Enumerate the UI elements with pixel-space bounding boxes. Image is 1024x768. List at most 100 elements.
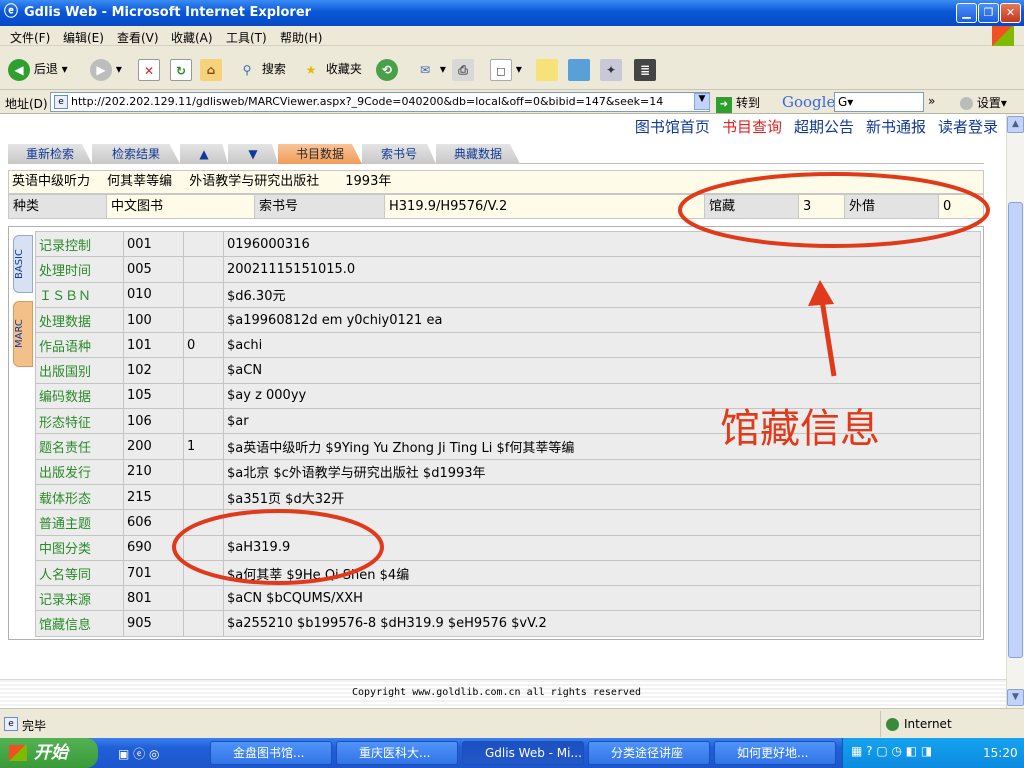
marc-row: 出版发行 210 $a北京 $c外语教学与研究出版社 $d1993年	[35, 458, 981, 485]
nav-reader-login[interactable]: 读者登录	[938, 118, 998, 136]
marc-tag: 701	[123, 559, 184, 587]
marc-field-name: 题名责任	[35, 433, 124, 460]
marc-indicator	[183, 559, 224, 587]
marc-field-name: 载体形态	[35, 483, 124, 511]
marc-field-name: 作品语种	[35, 332, 124, 359]
marc-value: $a351页 $d大32开	[223, 483, 981, 511]
page-done-icon: e	[4, 717, 18, 731]
tools-icon: ✦	[600, 58, 622, 81]
menu-help[interactable]: 帮助(H)	[280, 29, 322, 46]
marc-field-name: 记录来源	[35, 585, 124, 612]
forward-button[interactable]: ▶ ▾	[90, 58, 122, 81]
marc-field-name: 编码数据	[35, 382, 124, 410]
menu-edit[interactable]: 编辑(E)	[63, 29, 104, 46]
address-dropdown-icon[interactable]: ▼	[694, 93, 710, 110]
tray-icons[interactable]: ▦ ? ▢ ◷ ◧ ◨	[851, 744, 932, 758]
more-chevron-icon[interactable]: »	[928, 94, 935, 108]
address-bar: 地址(D) e http://202.202.129.11/gdlisweb/M…	[0, 90, 1024, 114]
callno-value: H319.9/H9576/V.2	[385, 195, 705, 218]
mail-button[interactable]: ✉ ▾	[414, 58, 446, 80]
basic-side-tab[interactable]: BASIC	[13, 235, 33, 293]
home-button[interactable]: ⌂	[200, 58, 222, 81]
status-text: 完毕	[22, 719, 47, 733]
marc-value: $a北京 $c外语教学与研究出版社 $d1993年	[223, 458, 981, 485]
vertical-scrollbar[interactable]: ▲ ▼	[1006, 114, 1024, 708]
holdings-label: 馆藏	[705, 195, 799, 218]
scroll-down-button[interactable]: ▼	[1007, 689, 1024, 706]
stop-button[interactable]: ✕	[138, 58, 160, 81]
marc-side-tab[interactable]: MARC	[13, 301, 33, 367]
marc-value: $a19960812d em y0chiy0121 ea	[223, 306, 981, 334]
close-button[interactable]: ✕	[1000, 3, 1021, 23]
edit-icon: ◻	[490, 58, 512, 81]
marc-indicator	[183, 483, 224, 511]
nav-library-home[interactable]: 图书馆首页	[635, 118, 710, 136]
nav-overdue-notice[interactable]: 超期公告	[794, 118, 854, 136]
history-button[interactable]: ⟲	[376, 58, 398, 81]
nav-catalog-search[interactable]: 书目查询	[722, 118, 782, 136]
task-how-to[interactable]: 如何更好地...	[714, 741, 836, 765]
marc-field-name: 馆藏信息	[35, 610, 124, 637]
scroll-up-button[interactable]: ▲	[1007, 116, 1024, 133]
tab-search-results[interactable]: 检索结果	[92, 144, 180, 164]
back-button[interactable]: ◀ 后退 ▾	[8, 58, 68, 81]
edit-button[interactable]: ◻ ▾	[490, 58, 522, 81]
tab-call-number[interactable]: 索书号	[362, 144, 436, 164]
scroll-thumb[interactable]	[1008, 202, 1023, 658]
marc-indicator	[183, 458, 224, 485]
nav-new-books[interactable]: 新书通报	[866, 118, 926, 136]
marc-row: 作品语种 101 0 $achi	[35, 332, 981, 359]
restore-button[interactable]: ❐	[978, 3, 999, 23]
marc-indicator	[183, 230, 224, 258]
marc-indicator	[183, 306, 224, 334]
marc-indicator	[183, 585, 224, 612]
task-gdlis-web[interactable]: Gdlis Web - Mi...	[462, 741, 584, 765]
archive-button[interactable]: ≣	[634, 58, 656, 81]
messenger-button[interactable]: ✦	[600, 58, 622, 81]
marc-field-name: 记录控制	[35, 230, 124, 258]
start-button[interactable]: 开始	[0, 738, 98, 768]
menu-view[interactable]: 查看(V)	[117, 29, 159, 46]
task-classification-lecture[interactable]: 分类途径讲座	[588, 741, 710, 765]
settings-button[interactable]: 设置▾	[960, 94, 1007, 111]
marc-value: $a何其莘 $9He Qi Shen $4编	[223, 559, 981, 587]
menu-favorites[interactable]: 收藏(A)	[171, 29, 213, 46]
tab-bibliographic-data[interactable]: 书目数据	[278, 144, 362, 164]
book-info-row: 种类 中文图书 索书号 H319.9/H9576/V.2 馆藏 3 外借 0	[8, 194, 984, 219]
marc-value: $aCN $bCQUMS/XXH	[223, 585, 981, 612]
research-button[interactable]	[568, 58, 590, 81]
marc-field-name: ＩＳＢＮ	[35, 281, 124, 308]
marc-row: 出版国别 102 $aCN	[35, 357, 981, 384]
favorites-button[interactable]: ★ 收藏夹	[300, 58, 362, 80]
marc-tag: 905	[123, 610, 184, 637]
notes-button[interactable]	[536, 58, 558, 81]
marc-row: 普通主题 606	[35, 509, 981, 536]
menu-file[interactable]: 文件(F)	[10, 29, 50, 46]
settings-gear-icon	[960, 97, 973, 110]
marc-indicator	[183, 610, 224, 637]
marc-row: 载体形态 215 $a351页 $d大32开	[35, 483, 981, 511]
tab-new-search[interactable]: 重新检索	[8, 144, 92, 164]
marc-indicator	[183, 357, 224, 384]
internet-zone-icon	[886, 718, 899, 731]
search-button[interactable]: ⚲ 搜索	[236, 58, 286, 80]
task-goldlib[interactable]: 金盘图书馆...	[210, 741, 332, 765]
marc-value: $aH319.9	[223, 534, 981, 561]
print-button[interactable]: ⎙	[452, 58, 474, 81]
minimize-button[interactable]: ▁	[956, 3, 977, 23]
tab-prev-record[interactable]: ▲	[180, 144, 228, 164]
book-summary-text: 英语中级听力 何其莘等编 外语教学与研究出版社 1993年	[12, 174, 392, 189]
refresh-button[interactable]: ↻	[170, 58, 192, 81]
tab-next-record[interactable]: ▼	[228, 144, 278, 164]
marc-tag: 100	[123, 306, 184, 334]
go-button[interactable]: ➜ 转到	[716, 94, 760, 113]
tab-holdings-data[interactable]: 典藏数据	[436, 144, 520, 164]
toolbar: ◀ 后退 ▾ ▶ ▾ ✕ ↻ ⌂ ⚲ 搜索 ★ 收藏夹 ⟲ ✉ ▾ ⎙ ◻ ▾ …	[0, 46, 1024, 90]
task-cqmu[interactable]: 重庆医科大...	[336, 741, 458, 765]
marc-value: 20021115151015.0	[223, 256, 981, 283]
quicklaunch-icons[interactable]: ▣ ⓔ ◎	[118, 745, 159, 762]
google-search-input[interactable]: G▾	[834, 92, 924, 112]
address-input[interactable]: e http://202.202.129.11/gdlisweb/MARCVie…	[50, 92, 710, 112]
menu-tools[interactable]: 工具(T)	[226, 29, 267, 46]
title-bar: ⓔ Gdlis Web - Microsoft Internet Explore…	[0, 0, 1024, 26]
